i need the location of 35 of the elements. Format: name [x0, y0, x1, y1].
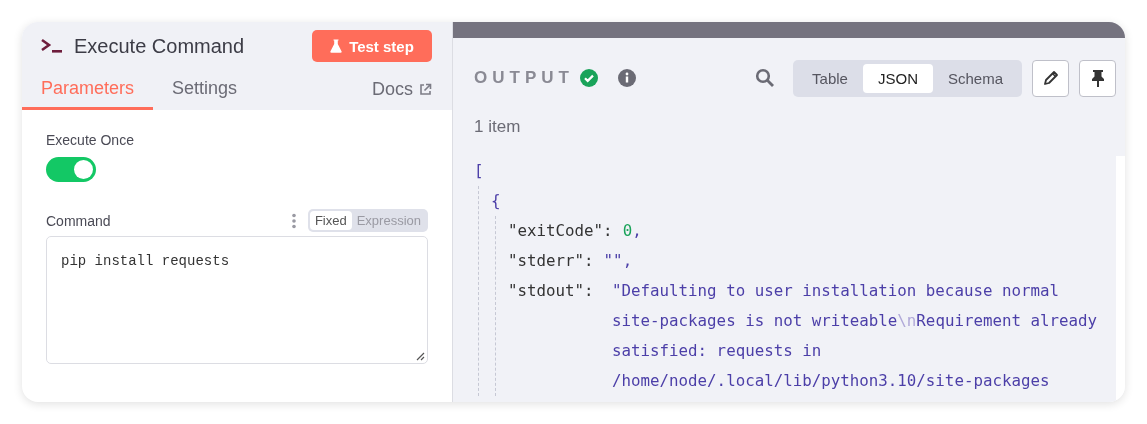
view-tab[interactable]: JSON: [862, 63, 933, 93]
command-input[interactable]: pip install requests: [46, 236, 428, 364]
json-value: site-packages is not writeable\nRequirement already: [612, 310, 1098, 332]
field-label: Command: [46, 212, 112, 229]
json-key: "stdout":: [508, 276, 602, 396]
json-value: "",: [603, 250, 633, 272]
resize-handle-icon[interactable]: [416, 352, 425, 361]
pin-icon: [1089, 69, 1106, 87]
pencil-icon: [1041, 69, 1060, 87]
json-key: "exitCode":: [508, 216, 613, 246]
execute-once-toggle[interactable]: [46, 157, 96, 182]
json-value: 0,: [622, 220, 642, 242]
json-key: "stderr":: [508, 246, 594, 276]
panel-tab[interactable]: Settings: [153, 69, 257, 110]
docs-link[interactable]: Docs: [372, 69, 432, 110]
search-icon[interactable]: [755, 68, 776, 88]
item-count: 1 item: [474, 117, 522, 137]
external-link-icon: [419, 83, 432, 96]
more-options-icon[interactable]: [291, 212, 296, 229]
field-label: Execute Once: [46, 132, 135, 148]
flask-icon: [330, 39, 343, 53]
json-bracket: {: [491, 191, 501, 210]
json-bracket: [: [474, 161, 484, 180]
output-title: OUTPUT: [474, 68, 574, 88]
view-tab[interactable]: Schema: [932, 63, 1018, 93]
node-title: Execute Command: [74, 34, 246, 58]
terminal-icon: [40, 38, 64, 54]
info-icon[interactable]: [617, 69, 636, 87]
pin-button[interactable]: [1079, 59, 1116, 97]
json-value: /home/node/.local/lib/python3.10/site-packages: [612, 370, 1051, 392]
json-value: satisfied: requests in: [612, 340, 823, 362]
mode-option[interactable]: Fixed: [309, 211, 352, 230]
view-tab[interactable]: Table: [797, 63, 863, 93]
edit-button[interactable]: [1032, 59, 1069, 97]
json-value: "Defaulting to user installation because normal: [612, 280, 1060, 302]
